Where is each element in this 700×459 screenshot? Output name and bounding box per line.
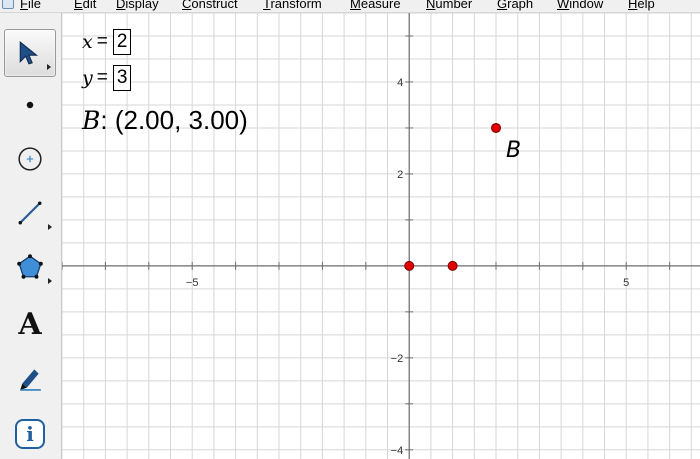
- straightedge-tool[interactable]: [4, 190, 56, 236]
- menu-bar: File Edit Display Construct Transform Measure…: [0, 0, 700, 13]
- text-tool[interactable]: A: [4, 301, 56, 347]
- measurement-coordinates: : (2.00, 3.00): [100, 105, 248, 135]
- y-axis-tick-label: −2: [391, 353, 404, 365]
- parameter-x-value[interactable]: 2: [112, 29, 132, 55]
- measurements-panel: x = 2 y = 3 B: (2.00, 3.00): [62, 13, 322, 143]
- parameter-y-equals: =: [96, 67, 108, 88]
- app-icon[interactable]: [2, 0, 14, 9]
- parameter-y-name: y: [82, 67, 93, 89]
- submenu-arrow-icon: [48, 278, 52, 284]
- y-axis-tick-label: −4: [391, 445, 404, 457]
- menu-number[interactable]: Number: [426, 0, 472, 11]
- y-axis-tick-label: 4: [397, 77, 403, 89]
- marker-tool[interactable]: [4, 355, 56, 401]
- parameter-x-equals: =: [96, 31, 108, 52]
- parameter-y-value[interactable]: 3: [112, 65, 132, 91]
- marker-pen-icon: [20, 369, 41, 391]
- menu-measure[interactable]: Measure: [350, 0, 401, 11]
- info-icon: i: [15, 419, 45, 449]
- unit-point[interactable]: [447, 260, 458, 271]
- point-b-label: B: [506, 138, 521, 163]
- menu-file[interactable]: File: [20, 0, 41, 11]
- point-b[interactable]: [491, 122, 502, 133]
- line-segment-icon: [18, 201, 42, 225]
- origin-point[interactable]: [404, 260, 415, 271]
- y-axis-tick-label: 2: [397, 169, 403, 181]
- parameter-y[interactable]: y = 3: [82, 65, 132, 91]
- measurement-point-name: B: [82, 106, 101, 135]
- submenu-arrow-icon: [48, 224, 52, 230]
- x-axis-tick-label: −5: [186, 277, 199, 289]
- menu-graph[interactable]: Graph: [497, 0, 533, 11]
- information-tool[interactable]: i: [4, 411, 56, 457]
- circle-icon: [18, 147, 42, 171]
- submenu-arrow-icon: [47, 64, 51, 70]
- menu-help[interactable]: Help: [628, 0, 655, 11]
- parameter-x-name: x: [82, 31, 93, 53]
- polygon-tool[interactable]: [4, 244, 56, 290]
- menu-edit[interactable]: Edit: [74, 0, 96, 11]
- coordinate-measurement[interactable]: B: (2.00, 3.00): [82, 105, 248, 136]
- x-axis-tick-label: 5: [623, 277, 629, 289]
- parameter-x[interactable]: x = 2: [82, 29, 132, 55]
- point-icon: [26, 101, 34, 109]
- arrow-icon: [19, 41, 39, 65]
- text-icon: A: [18, 306, 42, 342]
- compass-tool[interactable]: [4, 136, 56, 182]
- menu-window[interactable]: Window: [557, 0, 603, 11]
- menu-transform[interactable]: Transform: [263, 0, 322, 11]
- polygon-icon: [17, 254, 43, 279]
- arrow-select-tool[interactable]: [4, 29, 56, 77]
- menu-display[interactable]: Display: [116, 0, 159, 11]
- point-tool[interactable]: [4, 82, 56, 128]
- menu-construct[interactable]: Construct: [182, 0, 238, 11]
- toolbox: Ai: [0, 13, 62, 459]
